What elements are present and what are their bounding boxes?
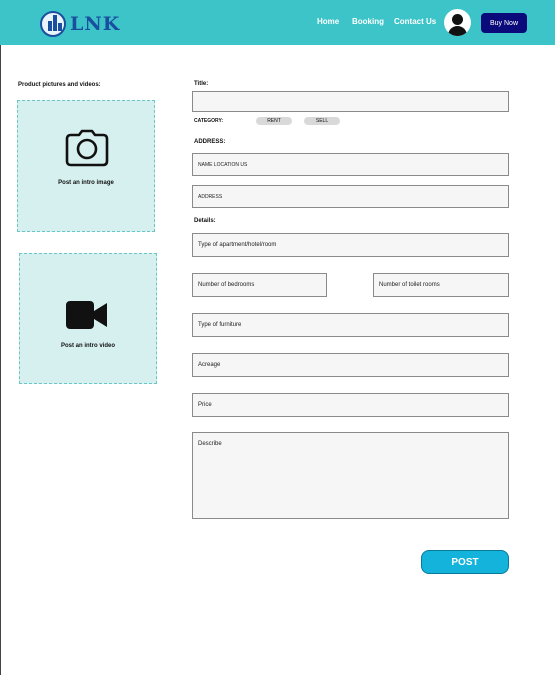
category-label: CATEGORY: — [194, 118, 224, 124]
post-button[interactable]: POST — [421, 550, 509, 574]
title-label: Title: — [194, 81, 209, 87]
logo-building-icon — [40, 11, 66, 37]
toilet-rooms-input[interactable]: Number of toilet rooms — [373, 273, 509, 297]
address-label: ADDRESS: — [194, 139, 226, 145]
video-upload-label: Post an intro video — [60, 343, 115, 349]
nav-home[interactable]: Home — [317, 17, 339, 26]
type-input[interactable]: Type of apartment/hotel/room — [192, 233, 509, 257]
image-upload-box[interactable]: Post an intro image — [17, 100, 155, 232]
category-rent-option[interactable]: RENT — [256, 117, 292, 125]
nav-contact-us[interactable]: Contact Us — [394, 17, 436, 26]
camera-icon — [65, 129, 109, 167]
bedrooms-input[interactable]: Number of bedrooms — [192, 273, 327, 297]
buy-now-button[interactable]: Buy Now — [481, 13, 527, 33]
nav-booking[interactable]: Booking — [352, 17, 384, 26]
address-input[interactable]: ADDRESS — [192, 185, 509, 208]
logo[interactable]: LNK — [40, 11, 120, 37]
name-location-input[interactable]: NAME LOCATION US — [192, 153, 509, 176]
price-input[interactable]: Price — [192, 393, 509, 417]
top-nav-bar: LNK Home Booking Contact Us Buy Now — [0, 0, 555, 45]
describe-textarea[interactable]: Describe — [192, 432, 509, 519]
user-avatar-icon[interactable] — [444, 9, 471, 36]
category-sell-option[interactable]: SELL — [304, 117, 340, 125]
video-upload-box[interactable]: Post an intro video — [19, 253, 157, 384]
image-upload-label: Post an intro image — [58, 180, 114, 186]
media-section-title: Product pictures and videos: — [18, 82, 101, 88]
acreage-input[interactable]: Acreage — [192, 353, 509, 377]
title-input[interactable] — [192, 91, 509, 112]
furniture-input[interactable]: Type of furniture — [192, 313, 509, 337]
logo-text: LNK — [70, 13, 121, 35]
video-camera-icon — [66, 301, 107, 329]
details-label: Details: — [194, 218, 216, 224]
